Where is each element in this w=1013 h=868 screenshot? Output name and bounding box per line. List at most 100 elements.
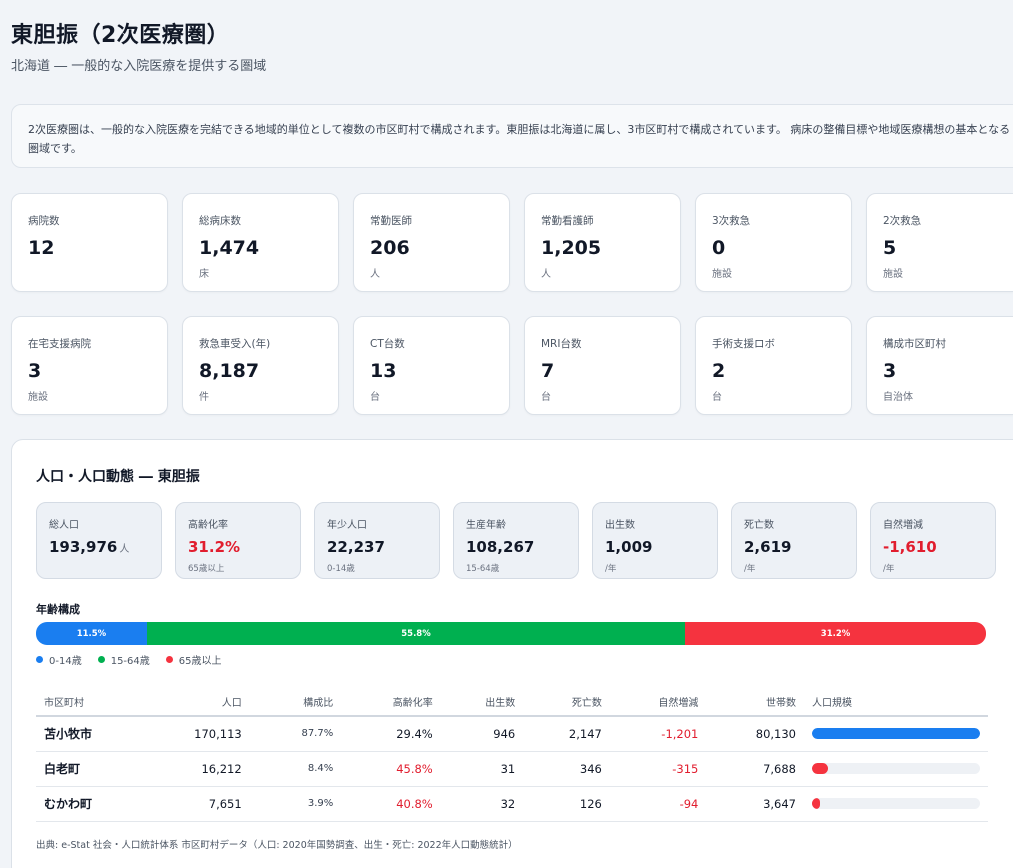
stat-card-beds: 総病床数 1,474 床 (182, 193, 339, 292)
cell-births: 32 (440, 786, 524, 822)
stat-unit: 台 (712, 392, 722, 403)
stat-unit: 施設 (28, 392, 48, 403)
stat-label: 常勤看護師 (541, 215, 594, 227)
stat-unit: 件 (199, 392, 209, 403)
age-structure-bar: 11.5% 55.8% 31.2% (36, 622, 986, 645)
mini-card-youth-population: 年少人口 22,237 0-14歳 (314, 502, 440, 579)
stat-label: 病院数 (28, 215, 60, 227)
mini-value: 22,237 (327, 538, 385, 556)
cell-households: 7,688 (706, 751, 804, 787)
stat-label: 手術支援ロボ (712, 338, 775, 350)
stat-unit: 床 (199, 269, 209, 280)
source-note: 出典: e-Stat 社会・人口統計体系 市区町村データ（人口: 2020年国勢… (36, 840, 518, 851)
stat-value: 13 (370, 360, 397, 382)
scale-track (812, 763, 980, 774)
legend-item-0-14: 0-14歳 (36, 652, 82, 667)
cell-municipality: 苫小牧市 (36, 716, 156, 752)
stat-label: MRI台数 (541, 338, 582, 350)
stat-card-secondary-emergency: 2次救急 5 施設 (866, 193, 1013, 292)
mini-sub: /年 (605, 564, 617, 574)
mini-card-total-population: 総人口 193,976 人 (36, 502, 162, 579)
col-header-households: 世帯数 (706, 688, 804, 717)
legend-dot (165, 656, 173, 663)
cell-deaths: 126 (523, 786, 610, 822)
stat-value: 8,187 (199, 360, 260, 382)
mini-card-natural-change: 自然増減 -1,610 /年 (870, 502, 996, 579)
stat-card-tertiary-emergency: 3次救急 0 施設 (695, 193, 852, 292)
cell-natural-change: -94 (609, 786, 707, 822)
stat-unit: 施設 (712, 269, 732, 280)
stat-label: 在宅支援病院 (28, 338, 91, 350)
legend-label: 15-64歳 (110, 656, 150, 667)
stat-card-ambulance: 救急車受入(年) 8,187 件 (182, 316, 339, 415)
cell-municipality: むかわ町 (36, 786, 156, 822)
legend-label: 0-14歳 (49, 656, 82, 667)
stat-card-ct: CT台数 13 台 (353, 316, 510, 415)
stat-card-hospitals: 病院数 12 (11, 193, 168, 292)
mini-value-unit: 人 (119, 544, 130, 555)
mini-card-births: 出生数 1,009 /年 (592, 502, 718, 579)
population-panel: 人口・人口動態 ― 東胆振 総人口 193,976 人 高齢化率 31.2% 65… (11, 439, 1013, 868)
stat-value: 1,474 (199, 237, 260, 259)
table-row: 苫小牧市 170,113 87.7% 29.4% 946 2,147 -1,20… (36, 716, 988, 752)
cell-population: 7,651 (155, 786, 250, 822)
legend-label: 65歳以上 (178, 656, 222, 667)
stat-value: 3 (883, 360, 897, 382)
cell-households: 3,647 (706, 786, 804, 822)
stat-unit: 施設 (883, 269, 903, 280)
municipality-table: 市区町村 人口 構成比 高齢化率 出生数 死亡数 自然増減 世帯数 人口規模 苫… (36, 688, 988, 822)
cell-share: 8.4% (249, 751, 342, 787)
cell-population-scale (804, 751, 988, 787)
mini-label: 生産年齢 (466, 520, 506, 531)
mini-value: 108,267 (466, 538, 535, 556)
mini-label: 自然増減 (883, 520, 923, 531)
mini-sub: 15-64歳 (466, 564, 500, 574)
stat-unit: 自治体 (883, 392, 913, 403)
cell-births: 31 (440, 751, 524, 787)
col-header-natural-change: 自然増減 (609, 688, 707, 717)
population-summary-cards: 総人口 193,976 人 高齢化率 31.2% 65歳以上 年少人口 22,23… (36, 502, 996, 579)
col-header-population: 人口 (155, 688, 250, 717)
stat-value: 0 (712, 237, 726, 259)
cell-municipality: 白老町 (36, 751, 156, 787)
cell-share: 3.9% (249, 786, 342, 822)
scale-track (812, 798, 980, 809)
mini-value: 2,619 (744, 538, 792, 556)
page-title: 東胆振（2次医療圏） (11, 23, 230, 48)
cell-population: 16,212 (155, 751, 250, 787)
col-header-births: 出生数 (440, 688, 524, 717)
mini-value: 1,009 (605, 538, 653, 556)
stat-value: 12 (28, 237, 55, 259)
mini-sub: 65歳以上 (188, 564, 225, 574)
stat-card-home-care-hospitals: 在宅支援病院 3 施設 (11, 316, 168, 415)
scale-bar (812, 728, 980, 740)
col-header-municipality: 市区町村 (36, 688, 156, 717)
table-row: 白老町 16,212 8.4% 45.8% 31 346 -315 7,688 (36, 751, 988, 787)
mini-sub: /年 (883, 564, 895, 574)
stat-unit: 台 (370, 392, 380, 403)
mini-sub: /年 (744, 564, 756, 574)
page-subtitle: 北海道 ― 一般的な入院医療を提供する圏域 (11, 59, 267, 74)
mini-label: 死亡数 (744, 520, 774, 531)
stat-label: 常勤医師 (370, 215, 412, 227)
cell-deaths: 346 (523, 751, 610, 787)
scale-track (812, 728, 980, 740)
mini-value: -1,610 (883, 538, 937, 556)
table-row: むかわ町 7,651 3.9% 40.8% 32 126 -94 3,647 (36, 786, 988, 822)
stat-value: 206 (370, 237, 410, 259)
stat-value: 7 (541, 360, 555, 382)
cell-households: 80,130 (706, 716, 804, 752)
description-box: 2次医療圏は、一般的な入院医療を完結できる地域的単位として複数の市区町村で構成さ… (11, 104, 1013, 168)
col-header-population-scale: 人口規模 (804, 688, 988, 717)
mini-label: 出生数 (605, 520, 635, 531)
stat-label: 救急車受入(年) (199, 338, 271, 350)
cell-aging-rate: 29.4% (341, 716, 441, 752)
stat-value: 5 (883, 237, 897, 259)
cell-population: 170,113 (155, 716, 250, 752)
stat-row-2: 在宅支援病院 3 施設 救急車受入(年) 8,187 件 CT台数 13 台 M… (11, 316, 1013, 415)
stat-value: 3 (28, 360, 42, 382)
legend-dot (36, 656, 43, 663)
cell-share: 87.7% (249, 716, 342, 752)
age-segment-65-plus: 31.2% (685, 622, 986, 645)
mini-label: 年少人口 (327, 520, 367, 531)
